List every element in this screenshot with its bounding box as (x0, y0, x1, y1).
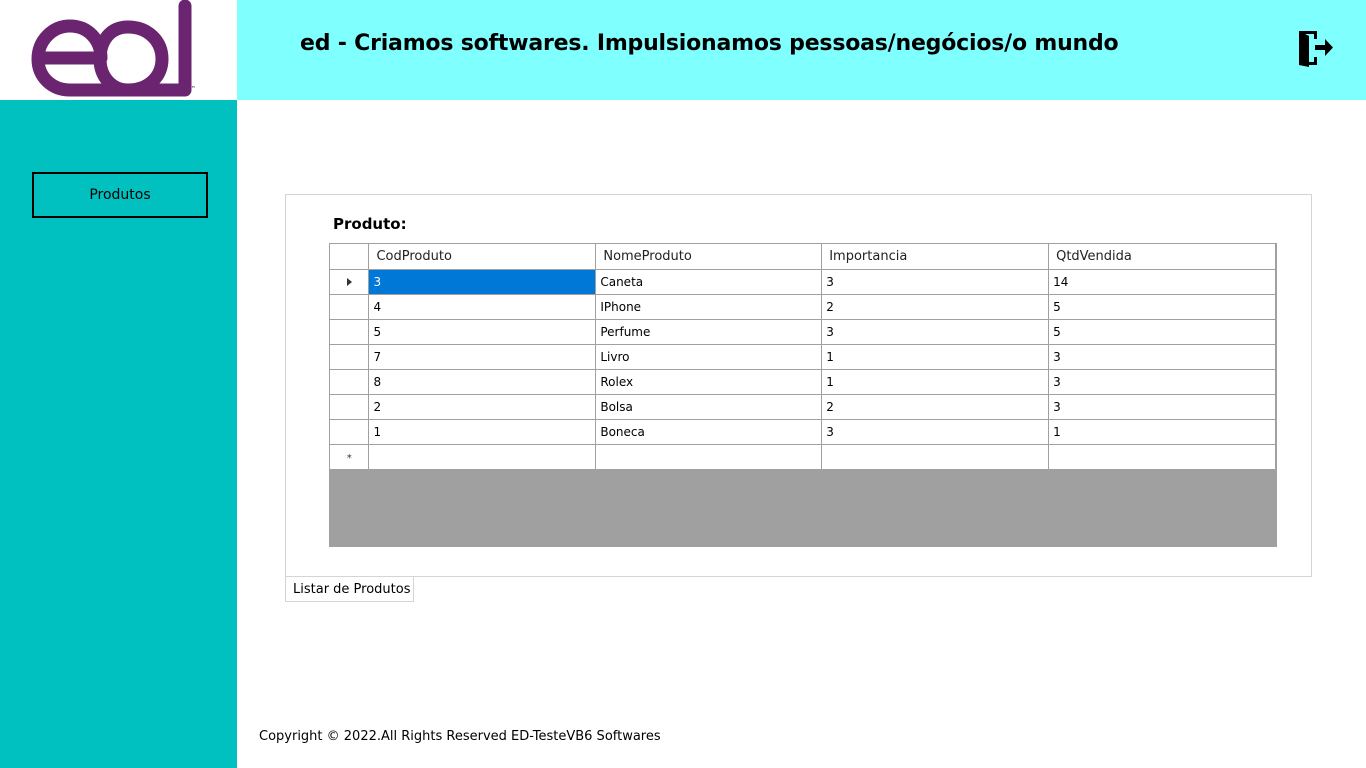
column-header[interactable]: QtdVendida (1048, 244, 1276, 270)
current-row-arrow-icon (346, 278, 352, 286)
table-cell[interactable]: 5 (1048, 293, 1276, 320)
table-cell[interactable]: 3 (1048, 343, 1276, 370)
header-bar: ed - Criamos softwares. Impulsionamos pe… (237, 0, 1366, 100)
row-header[interactable] (330, 268, 370, 295)
table-cell[interactable]: 14 (1048, 268, 1276, 295)
copyright-text: Copyright © 2022.All Rights Reserved ED-… (259, 729, 661, 744)
sidebar: Produtos (0, 100, 237, 768)
table-cell[interactable]: 5 (368, 318, 597, 345)
table-cell[interactable]: 3 (821, 318, 1050, 345)
row-header[interactable] (330, 293, 370, 320)
row-header[interactable]: * (330, 443, 370, 470)
table-cell[interactable]: Caneta (595, 268, 823, 295)
table-cell[interactable]: 2 (368, 393, 597, 420)
new-row[interactable]: * (330, 443, 1276, 470)
table-cell[interactable]: 3 (821, 268, 1050, 295)
product-grid[interactable]: CodProduto NomeProduto Importancia QtdVe… (329, 243, 1277, 547)
tab-listar-de-produtos[interactable]: Listar de Produtos (285, 577, 414, 602)
table-row[interactable]: 5 Perfume 3 5 (330, 318, 1276, 345)
table-row[interactable]: 1 Boneca 3 1 (330, 418, 1276, 445)
column-header[interactable]: Importancia (821, 244, 1050, 270)
table-cell[interactable]: Livro (595, 343, 823, 370)
table-row[interactable]: 7 Livro 1 3 (330, 343, 1276, 370)
table-cell[interactable]: 3 (821, 418, 1050, 445)
table-cell[interactable] (1048, 443, 1276, 470)
table-cell[interactable]: 1 (821, 343, 1050, 370)
logout-door-icon (1299, 31, 1333, 67)
column-header[interactable]: CodProduto (368, 244, 597, 270)
product-table: CodProduto NomeProduto Importancia QtdVe… (330, 244, 1276, 470)
logo-area: ™ (0, 0, 237, 100)
table-cell[interactable]: IPhone (595, 293, 823, 320)
table-cell[interactable] (368, 443, 597, 470)
table-cell[interactable]: 3 (368, 268, 597, 295)
logout-button[interactable] (1295, 27, 1337, 69)
ed-logo: ™ (31, 0, 196, 97)
product-panel: Produto: CodProduto NomeProduto Importan… (285, 194, 1312, 577)
table-cell[interactable]: 5 (1048, 318, 1276, 345)
table-row[interactable]: 8 Rolex 1 3 (330, 368, 1276, 395)
trademark-symbol: ™ (189, 85, 196, 93)
table-cell[interactable]: Perfume (595, 318, 823, 345)
row-header[interactable] (330, 368, 370, 395)
table-cell[interactable]: 8 (368, 368, 597, 395)
table-row[interactable]: 2 Bolsa 2 3 (330, 393, 1276, 420)
table-cell[interactable]: Rolex (595, 368, 823, 395)
table-row[interactable]: 4 IPhone 2 5 (330, 293, 1276, 320)
table-cell[interactable]: 4 (368, 293, 597, 320)
sidebar-item-produtos[interactable]: Produtos (32, 172, 208, 218)
table-row[interactable]: 3 Caneta 3 14 (330, 268, 1276, 295)
row-header-corner[interactable] (330, 244, 370, 270)
table-cell[interactable]: 3 (1048, 393, 1276, 420)
page-title: ed - Criamos softwares. Impulsionamos pe… (300, 31, 1119, 56)
table-cell[interactable]: 7 (368, 343, 597, 370)
row-header[interactable] (330, 418, 370, 445)
table-cell[interactable] (595, 443, 823, 470)
table-cell[interactable]: 3 (1048, 368, 1276, 395)
table-cell[interactable]: Bolsa (595, 393, 823, 420)
table-cell[interactable] (821, 443, 1050, 470)
table-cell[interactable]: Boneca (595, 418, 823, 445)
new-row-marker: * (346, 452, 352, 464)
row-header[interactable] (330, 393, 370, 420)
row-header[interactable] (330, 343, 370, 370)
row-header[interactable] (330, 318, 370, 345)
table-cell[interactable]: 1 (1048, 418, 1276, 445)
header-row: CodProduto NomeProduto Importancia QtdVe… (330, 244, 1276, 270)
table-cell[interactable]: 2 (821, 393, 1050, 420)
panel-label: Produto: (333, 215, 407, 233)
table-cell[interactable]: 1 (821, 368, 1050, 395)
table-cell[interactable]: 2 (821, 293, 1050, 320)
column-header[interactable]: NomeProduto (595, 244, 823, 270)
table-cell[interactable]: 1 (368, 418, 597, 445)
